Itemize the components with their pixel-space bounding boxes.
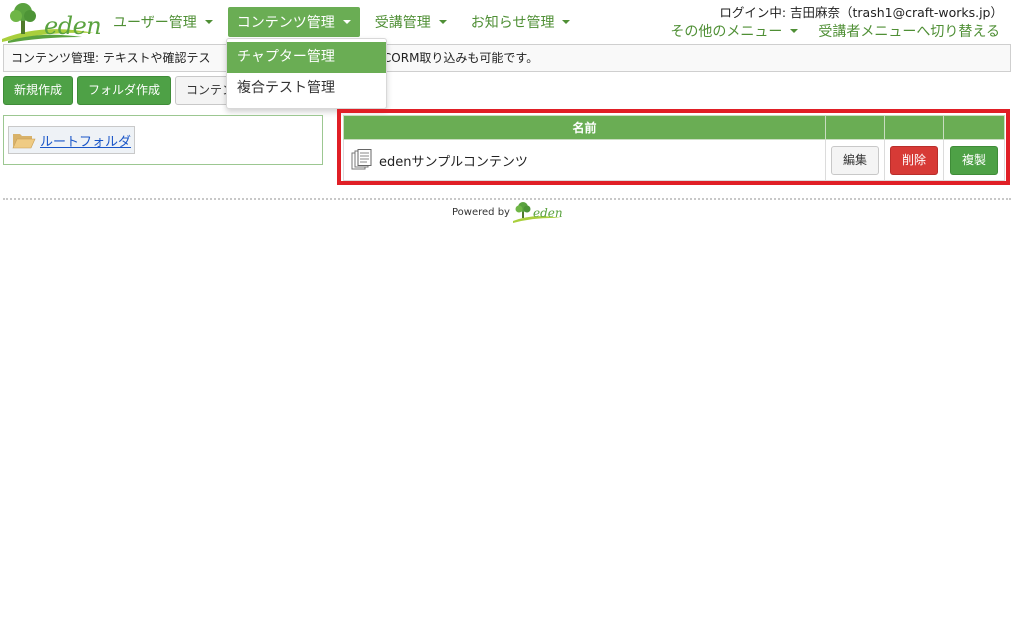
column-header-edit	[825, 115, 885, 140]
logo-text: eden	[44, 12, 102, 40]
delete-button[interactable]: 削除	[889, 145, 938, 175]
caret-down-icon	[204, 20, 213, 24]
copy-button[interactable]: 複製	[949, 145, 998, 175]
footer-logo-text: eden	[532, 206, 563, 220]
toolbar: 新規作成 フォルダ作成 コンテンツ	[3, 76, 236, 105]
footer: Powered by eden	[452, 201, 563, 223]
other-menu-label: その他のメニュー	[670, 24, 783, 40]
nav-label: コンテンツ管理	[236, 15, 335, 31]
nav-content-management[interactable]: コンテンツ管理	[227, 7, 360, 37]
nav-notice-management[interactable]: お知らせ管理	[462, 7, 580, 37]
header: eden ユーザー管理 コンテンツ管理 受講管理 お知らせ管理 ログイン中: 吉…	[0, 0, 1014, 44]
new-content-button[interactable]: 新規作成	[3, 76, 74, 105]
switch-to-learner-link[interactable]: 受講者メニューへ切り替える	[818, 21, 1000, 41]
switch-menu-label: 受講者メニューへ切り替える	[818, 24, 1000, 40]
create-folder-button[interactable]: フォルダ作成	[77, 76, 172, 105]
sub-menu: その他のメニュー 受講者メニューへ切り替える	[670, 21, 1000, 41]
table-header-row: 名前	[343, 115, 1005, 140]
caret-down-icon	[562, 20, 571, 24]
content-table: 名前 edenサンプルコンテンツ 編集 削除 複製	[343, 115, 1005, 181]
column-header-delete	[884, 115, 944, 140]
footer-logo: eden	[512, 201, 563, 223]
folder-open-icon	[12, 134, 36, 149]
description-text-start: コンテンツ管理: テキストや確認テス	[11, 51, 211, 65]
nav-label: ユーザー管理	[113, 15, 197, 31]
powered-by-text: Powered by	[452, 206, 510, 218]
name-cell: edenサンプルコンテンツ	[343, 139, 826, 181]
column-header-copy	[943, 115, 1005, 140]
other-menu-dropdown[interactable]: その他のメニュー	[670, 21, 799, 41]
dropdown-item-composite-test-management[interactable]: 複合テスト管理	[227, 73, 386, 104]
caret-down-icon	[342, 20, 351, 24]
copy-cell: 複製	[943, 139, 1005, 181]
content-document-icon	[351, 149, 372, 170]
content-management-dropdown: チャプター管理 複合テスト管理	[226, 38, 387, 109]
nav-label: お知らせ管理	[470, 15, 555, 31]
eden-logo[interactable]: eden	[2, 1, 102, 43]
edit-cell: 編集	[825, 139, 885, 181]
caret-down-icon	[790, 29, 799, 33]
edit-button[interactable]: 編集	[830, 145, 879, 175]
nav-course-management[interactable]: 受講管理	[366, 7, 456, 37]
table-row: edenサンプルコンテンツ 編集 削除 複製	[343, 139, 1005, 181]
folder-tree: ルートフォルダ	[3, 115, 323, 165]
dropdown-item-chapter-management[interactable]: チャプター管理	[227, 42, 386, 73]
caret-down-icon	[438, 20, 447, 24]
footer-divider	[3, 198, 1011, 200]
main-nav: ユーザー管理 コンテンツ管理 受講管理 お知らせ管理	[104, 7, 585, 37]
login-info: ログイン中: 吉田麻奈（trash1@craft-works.jp）	[719, 5, 1003, 20]
page-description: コンテンツ管理: テキストや確認テス します。SCORM取り込みも可能です。	[3, 44, 1011, 72]
tree-node-root[interactable]: ルートフォルダ	[8, 126, 136, 154]
nav-label: 受講管理	[374, 15, 431, 31]
nav-user-management[interactable]: ユーザー管理	[104, 7, 222, 37]
tree-root-label: ルートフォルダ	[40, 134, 132, 150]
column-header-name: 名前	[343, 115, 826, 140]
delete-cell: 削除	[884, 139, 944, 181]
content-name: edenサンプルコンテンツ	[379, 154, 528, 170]
